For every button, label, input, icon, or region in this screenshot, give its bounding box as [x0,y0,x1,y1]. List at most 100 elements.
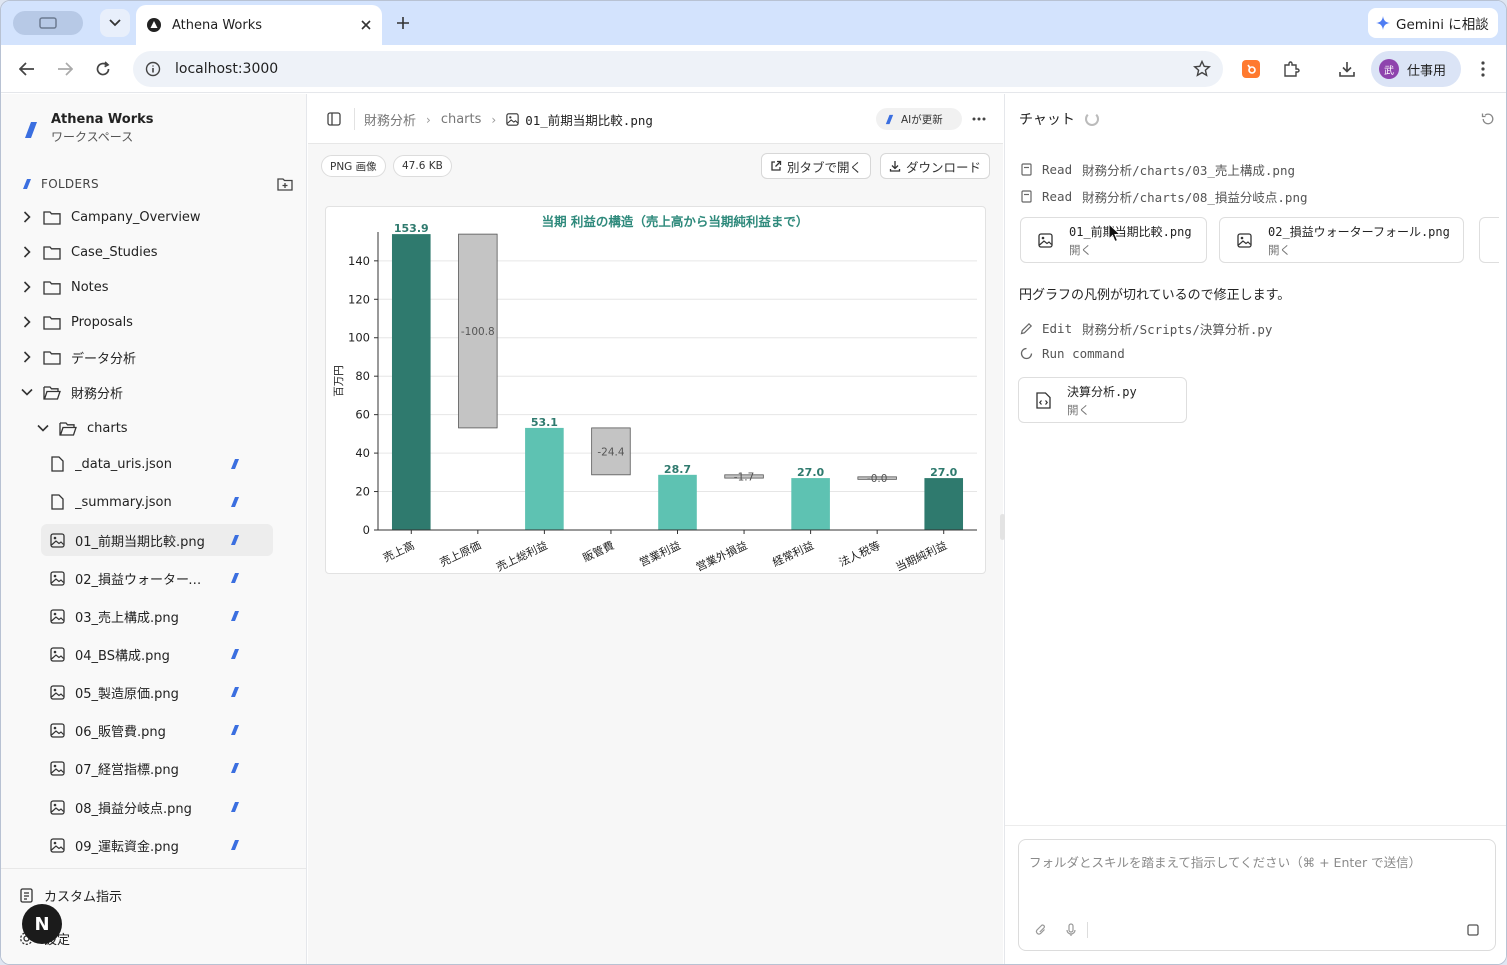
folder-icon [43,210,61,225]
image-file-icon [49,760,65,776]
chart-data-label: 28.7 [664,463,691,476]
sidebar-toggle-icon[interactable] [327,112,341,126]
ai-updated-icon [231,840,239,850]
ai-updated-icon [231,459,239,469]
sidebar-divider [1,868,306,869]
chat-file-card[interactable]: 02_損益ウォーターフォール.png 開く [1219,217,1464,263]
extension-button[interactable] [1239,57,1263,81]
file-card-open[interactable]: 開く [1067,402,1137,418]
tab-search-button[interactable] [100,9,130,37]
folder-item[interactable]: Campany_Overview [19,202,279,232]
profile-button[interactable]: 武 仕事用 [1371,51,1461,87]
kebab-menu-icon [1481,61,1485,77]
file-card-name: 決算分析.py [1067,384,1137,399]
folder-item[interactable]: Notes [19,272,279,302]
gemini-button[interactable]: Gemini に相談 [1368,8,1498,38]
chat-script-card[interactable]: 決算分析.py 開く [1018,377,1187,423]
browser-menu-button[interactable] [1471,57,1495,81]
panel-resize-handle[interactable] [1000,514,1005,540]
file-item[interactable]: 03_売上構成.png [41,600,273,632]
file-item[interactable]: 09_運転資金.png [41,829,273,861]
download-label: ダウンロード [906,159,982,175]
close-tab-icon[interactable] [360,19,372,31]
folder-icon [43,245,61,260]
ai-updated-icon [231,649,239,659]
log-verb: Read [1042,162,1073,177]
reload-button[interactable] [91,57,115,81]
plus-icon [397,17,409,29]
voice-input-button[interactable] [1063,922,1079,938]
open-new-tab-button[interactable]: 別タブで開く [761,153,872,179]
image-file-icon [49,837,65,853]
chart-title: 当期 利益の構造（売上高から当期純利益まで） [542,214,809,229]
file-item[interactable]: 02_損益ウォーターフォール.png [41,562,273,594]
chart-x-tick-label: 売上高 [381,538,417,565]
file-item[interactable]: 06_販管費.png [41,714,273,746]
brand[interactable]: Athena Works ワークスペース [21,112,154,145]
folder-item-expanded[interactable]: 財務分析 [19,377,279,407]
attach-button[interactable] [1033,922,1049,938]
bookmark-star-icon[interactable] [1193,60,1211,78]
reset-chat-icon[interactable] [1481,112,1495,126]
reload-icon [96,61,110,76]
custom-instructions-link[interactable]: カスタム指示 [19,886,122,905]
file-item[interactable]: 07_経営指標.png [41,752,273,784]
dev-tools-badge[interactable]: N [22,904,62,944]
ai-updated-icon [231,573,239,583]
folder-item[interactable]: Proposals [19,307,279,337]
tool-log-read: Read 財務分析/charts/03_売上構成.png [1019,160,1295,179]
brand-subtitle: ワークスペース [51,130,134,144]
folder-item[interactable]: データ分析 [19,342,279,372]
new-folder-icon[interactable] [277,177,293,191]
chat-file-card-overflow[interactable] [1479,217,1499,263]
chat-file-card[interactable]: 01_前期当期比較.png 開く [1020,217,1207,263]
window-switcher[interactable] [13,11,83,35]
chart-data-label: 27.0 [797,466,824,479]
download-button[interactable]: ダウンロード [880,153,991,179]
breadcrumb: 財務分析 › charts › 01_前期当期比較.png [364,110,653,129]
chart-x-tick-label: 売上原価 [438,539,483,569]
site-info-icon[interactable] [145,61,161,77]
folder-item[interactable]: Case_Studies [19,237,279,267]
file-label: 09_運転資金.png [75,839,179,855]
file-item[interactable]: 05_製造原価.png [41,676,273,708]
breadcrumb-item[interactable]: charts [441,112,482,127]
file-size-chip: 47.6 KB [393,155,452,177]
forward-arrow-icon [58,62,73,76]
chevron-right-icon [23,281,31,293]
chart-x-tick-label: 営業利益 [637,538,683,569]
browser-tab[interactable]: Athena Works [136,5,382,45]
tool-log-read: Read 財務分析/charts/08_損益分岐点.png [1019,187,1308,206]
chat-title: チャット [1019,112,1075,128]
send-stop-button[interactable] [1465,922,1481,938]
back-button[interactable] [15,57,39,81]
chart-data-label: -0.0 [867,473,888,485]
downloads-button[interactable] [1335,57,1359,81]
breadcrumb-item[interactable]: 財務分析 [364,110,416,129]
header-divider [354,108,355,130]
new-tab-button[interactable] [391,11,415,35]
file-item[interactable]: 04_BS構成.png [41,638,273,670]
more-options-icon[interactable] [972,117,986,121]
file-item[interactable]: _data_uris.json [41,448,273,480]
chart-bar [791,478,830,530]
file-card-open[interactable]: 開く [1069,242,1192,258]
file-item[interactable]: 08_損益分岐点.png [41,791,273,823]
file-item-selected[interactable]: 01_前期当期比較.png [41,524,273,556]
file-card-open[interactable]: 開く [1268,242,1450,258]
chevron-right-icon [23,211,31,223]
chat-composer[interactable]: フォルダとスキルを踏まえて指示してください（⌘ + Enter で送信） [1018,839,1496,951]
extensions-menu-button[interactable] [1279,57,1303,81]
folder-item-expanded[interactable]: charts [35,413,295,443]
download-icon [889,161,901,172]
chart-x-tick-label: 営業外損益 [694,538,750,573]
log-verb: Read [1042,189,1073,204]
file-item[interactable]: _summary.json [41,486,273,518]
viewer-header: 財務分析 › charts › 01_前期当期比較.png AIが更新 [308,94,1003,144]
address-bar[interactable]: localhost:3000 [133,51,1223,87]
open-new-tab-label: 別タブで開く [787,159,863,175]
forward-button[interactable] [53,57,77,81]
file-label: 07_経営指標.png [75,762,179,778]
file-label: 06_販管費.png [75,724,166,740]
custom-instructions-label: カスタム指示 [44,890,123,905]
